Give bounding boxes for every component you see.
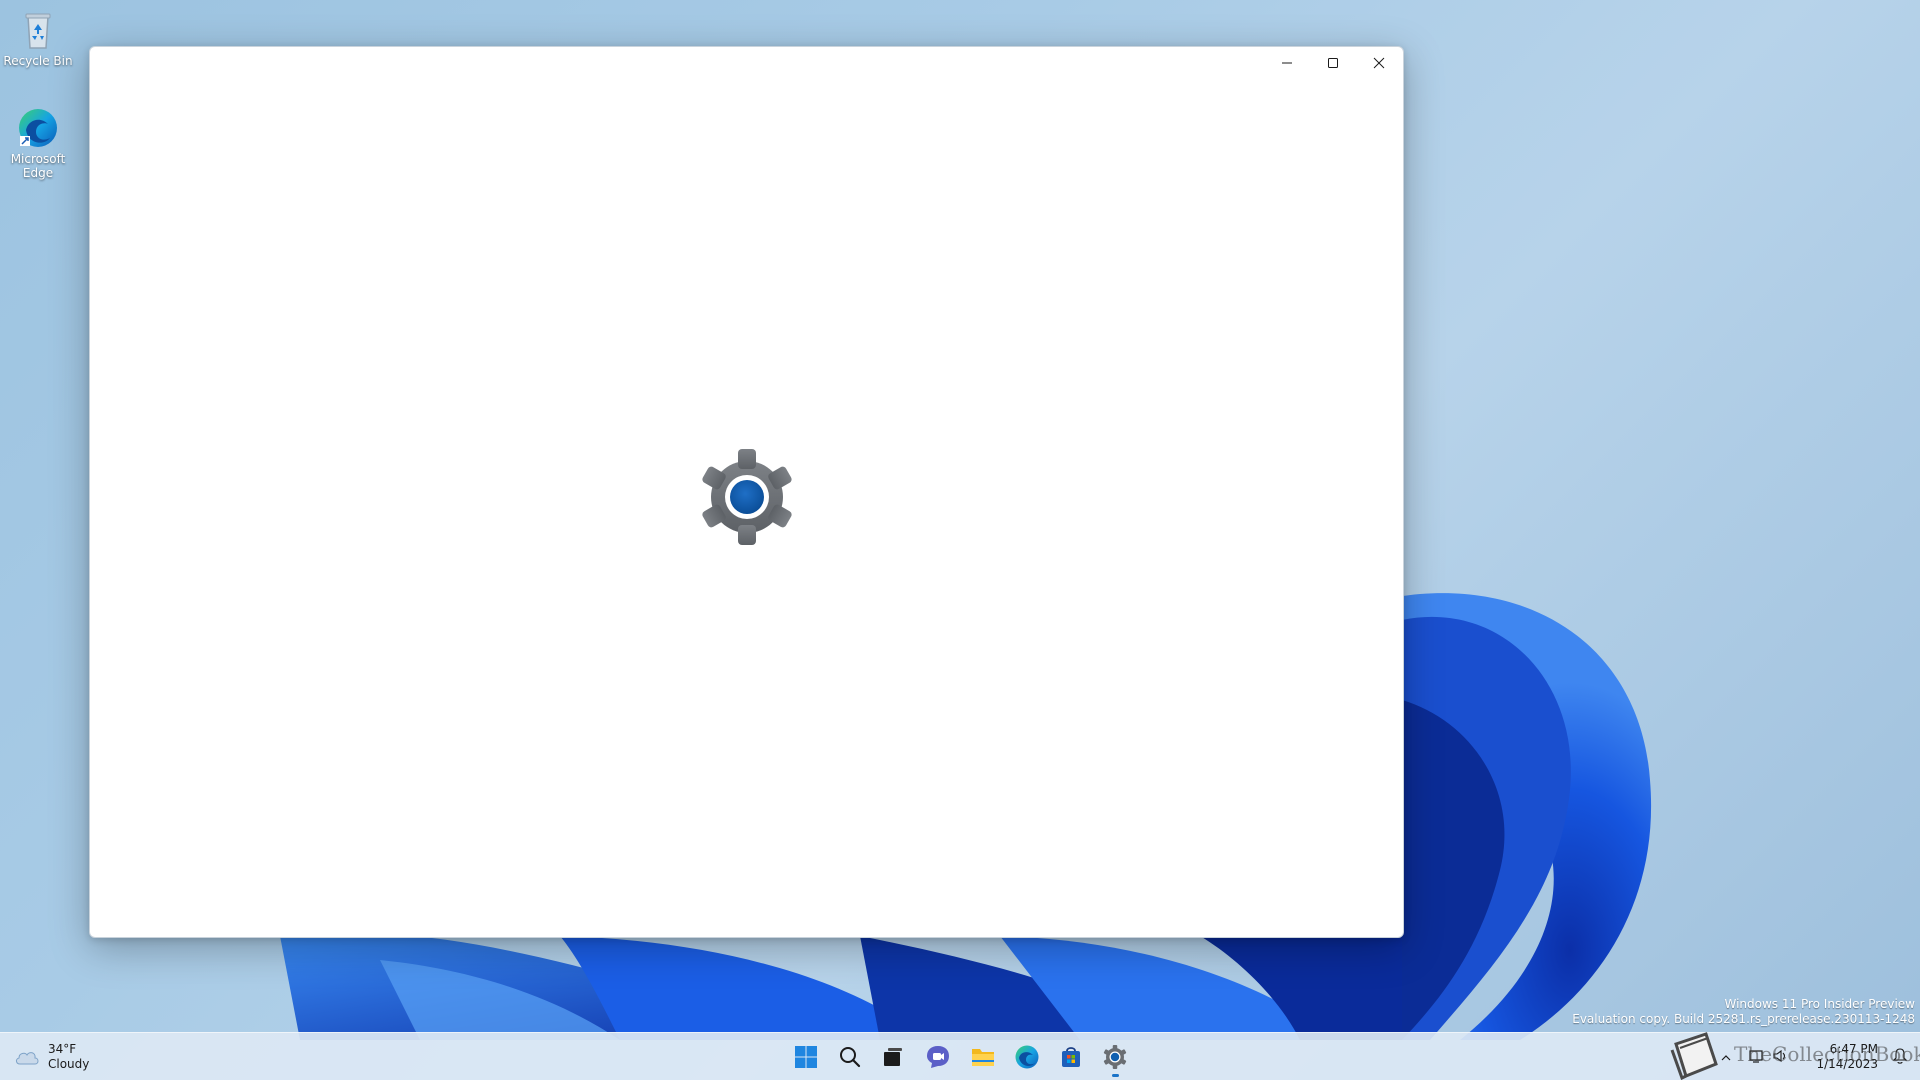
cloud-icon xyxy=(16,1052,39,1065)
chat-button[interactable] xyxy=(920,1039,956,1075)
weather-temperature: 34°F xyxy=(48,1042,77,1056)
evaluation-watermark: Windows 11 Pro Insider Preview Evaluatio… xyxy=(1572,997,1915,1027)
start-button[interactable] xyxy=(788,1039,824,1075)
windows-start-icon xyxy=(795,1046,817,1068)
recycle-bin-icon xyxy=(16,8,60,52)
minimize-icon xyxy=(1282,62,1292,64)
close-button[interactable] xyxy=(1356,47,1402,79)
running-indicator xyxy=(1112,1074,1119,1077)
settings-gear-icon xyxy=(1103,1045,1127,1069)
search-icon xyxy=(840,1047,861,1068)
task-view-icon xyxy=(884,1048,902,1066)
watermark-overlay-text: TheCollectionBook xyxy=(1734,1042,1920,1066)
store-icon xyxy=(1062,1047,1080,1067)
weather-widget[interactable]: 34°F Cloudy xyxy=(14,1039,89,1075)
maximize-icon xyxy=(1328,58,1338,68)
minimize-button[interactable] xyxy=(1264,47,1310,79)
weather-condition: Cloudy xyxy=(48,1057,90,1071)
settings-window xyxy=(89,46,1404,938)
watermark-line-1: Windows 11 Pro Insider Preview xyxy=(1724,997,1915,1011)
edge-icon xyxy=(1015,1045,1039,1069)
edge-icon xyxy=(16,106,60,150)
edge-button[interactable] xyxy=(1009,1039,1045,1075)
settings-button[interactable] xyxy=(1097,1039,1133,1077)
taskbar: 34°F Cloudy 6:47 PM 1/14/2023 xyxy=(0,1032,1920,1080)
settings-gear-icon xyxy=(695,445,799,549)
file-explorer-button[interactable] xyxy=(965,1039,1001,1075)
book-logo-icon xyxy=(1666,1030,1722,1080)
chat-icon xyxy=(927,1046,949,1068)
store-button[interactable] xyxy=(1053,1039,1089,1075)
watermark-line-2: Evaluation copy. Build 25281.rs_prerelea… xyxy=(1572,1012,1915,1026)
maximize-button[interactable] xyxy=(1310,47,1356,79)
desktop-icon-microsoft-edge[interactable]: Microsoft Edge xyxy=(0,106,76,180)
desktop-icon-label: Recycle Bin xyxy=(3,54,73,68)
folder-icon xyxy=(972,1049,994,1066)
task-view-button[interactable] xyxy=(875,1039,911,1075)
close-icon xyxy=(1373,57,1385,69)
desktop: Recycle Bin Microsoft Edge Windows 11 Pr… xyxy=(0,0,1920,1080)
search-button[interactable] xyxy=(832,1039,868,1075)
desktop-icon-recycle-bin[interactable]: Recycle Bin xyxy=(0,8,76,68)
desktop-icon-label: Microsoft Edge xyxy=(10,152,66,180)
